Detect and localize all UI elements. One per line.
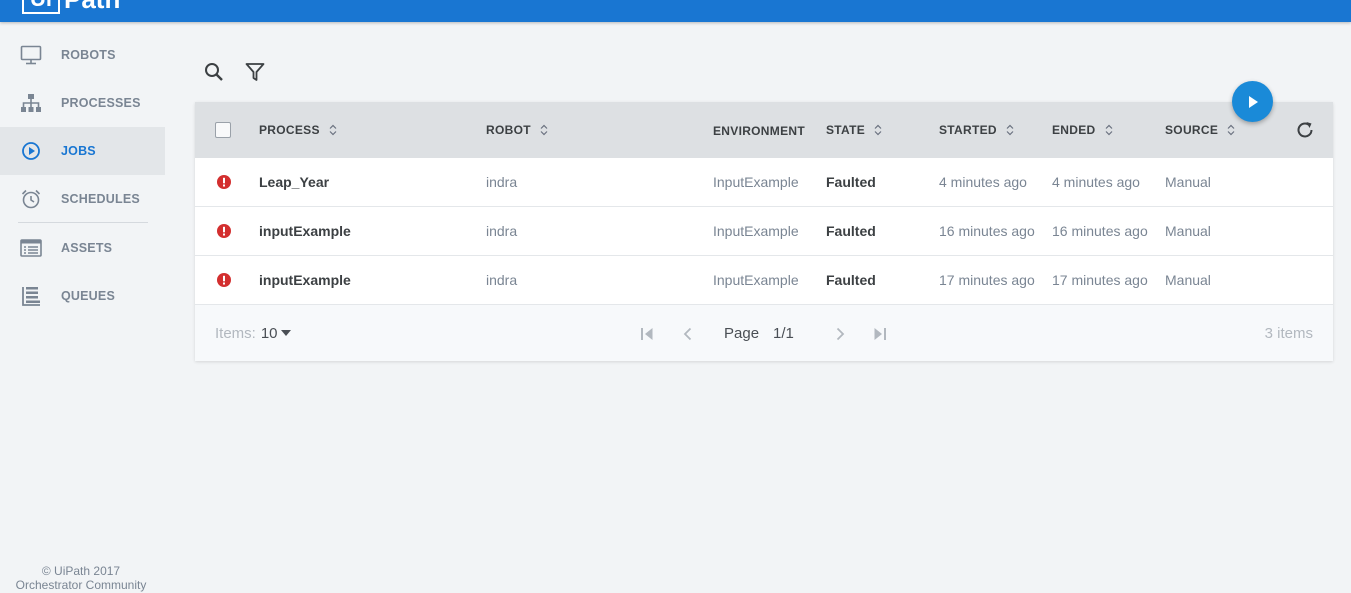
sidebar-item-label: SCHEDULES — [61, 192, 140, 206]
play-icon — [1248, 95, 1258, 108]
error-icon — [217, 224, 231, 238]
cell-started: 4 minutes ago — [939, 174, 1027, 190]
refresh-icon[interactable] — [1294, 119, 1316, 141]
sidebar-item-processes[interactable]: PROCESSES — [0, 79, 165, 127]
error-icon — [217, 273, 231, 287]
column-header-state[interactable]: STATE — [826, 102, 882, 158]
cell-source: Manual — [1165, 223, 1211, 239]
cell-environment: InputExample — [713, 223, 799, 239]
cell-ended: 4 minutes ago — [1052, 174, 1140, 190]
column-header-label: ENDED — [1052, 123, 1096, 137]
total-items: 3 items — [1264, 324, 1313, 342]
column-header-label: ENVIRONMENT — [713, 124, 805, 138]
edition-line: Orchestrator Community — [15, 578, 147, 592]
items-per-page[interactable]: Items: 10 — [215, 305, 291, 361]
cell-source: Manual — [1165, 272, 1211, 288]
alarm-clock-icon — [20, 188, 42, 210]
table-row[interactable]: Leap_Year indra InputExample Faulted 4 m… — [195, 158, 1333, 207]
play-circle-icon — [20, 140, 42, 162]
column-header-label: STARTED — [939, 123, 997, 137]
column-header-environment: ENVIRONMENT — [713, 103, 805, 159]
sidebar-item-jobs[interactable]: JOBS — [0, 127, 165, 175]
error-icon — [217, 175, 231, 189]
cell-state: Faulted — [826, 174, 876, 190]
nav-divider — [18, 222, 148, 223]
jobs-table: PROCESS ROBOT ENVIRONMENT STATE STARTED … — [195, 102, 1333, 361]
table-header: PROCESS ROBOT ENVIRONMENT STATE STARTED … — [195, 102, 1333, 158]
search-icon[interactable] — [202, 60, 226, 84]
copyright-line: © UiPath 2017 — [41, 564, 121, 578]
next-page-icon[interactable] — [833, 327, 847, 341]
sidebar-item-schedules[interactable]: SCHEDULES — [0, 175, 165, 223]
sidebar-item-robots[interactable]: ROBOTS — [0, 31, 165, 79]
column-header-robot[interactable]: ROBOT — [486, 102, 548, 158]
filter-icon[interactable] — [243, 60, 267, 84]
column-header-label: ROBOT — [486, 123, 531, 137]
cell-process: inputExample — [259, 272, 351, 288]
logo-text: Path — [64, 0, 120, 12]
pagination-bar: Items: 10 Page 1/1 3 items — [195, 305, 1333, 361]
cell-started: 17 minutes ago — [939, 272, 1035, 288]
column-header-source[interactable]: SOURCE — [1165, 102, 1235, 158]
cell-process: Leap_Year — [259, 174, 330, 190]
top-bar: Ui Path — [0, 0, 1351, 22]
page-value: 1/1 — [773, 324, 794, 342]
sort-icon — [1006, 124, 1014, 136]
sidebar: ROBOTS PROCESSES JOBS SCHEDULES ASSETS Q… — [0, 22, 165, 593]
cell-ended: 17 minutes ago — [1052, 272, 1148, 288]
list-card-icon — [20, 237, 42, 259]
column-header-label: SOURCE — [1165, 123, 1219, 137]
copyright-footer: © UiPath 2017 Orchestrator Community — [0, 564, 162, 592]
cell-environment: InputExample — [713, 174, 799, 190]
sort-icon — [540, 124, 548, 136]
hierarchy-icon — [20, 92, 42, 114]
cell-source: Manual — [1165, 174, 1211, 190]
queue-stack-icon — [20, 285, 42, 307]
page-indicator: Page 1/1 — [724, 305, 794, 361]
monitor-icon — [20, 44, 42, 66]
sidebar-item-label: ROBOTS — [61, 48, 116, 62]
sidebar-item-label: ASSETS — [61, 241, 113, 255]
column-header-label: PROCESS — [259, 123, 320, 137]
column-header-label: STATE — [826, 123, 866, 137]
sort-icon — [874, 124, 882, 136]
cell-robot: indra — [486, 223, 518, 239]
start-job-button[interactable] — [1232, 81, 1273, 122]
cell-robot: indra — [486, 272, 518, 288]
cell-started: 16 minutes ago — [939, 223, 1035, 239]
sort-icon — [1105, 124, 1112, 136]
column-header-ended[interactable]: ENDED — [1052, 102, 1113, 158]
cell-robot: indra — [486, 174, 518, 190]
cell-ended: 16 minutes ago — [1052, 223, 1148, 239]
sidebar-item-queues[interactable]: QUEUES — [0, 272, 165, 320]
cell-state: Faulted — [826, 223, 876, 239]
sort-icon — [329, 124, 337, 136]
column-header-process[interactable]: PROCESS — [259, 102, 337, 158]
items-per-page-value: 10 — [260, 324, 278, 342]
cell-state: Faulted — [826, 272, 876, 288]
table-row[interactable]: inputExample indra InputExample Faulted … — [195, 207, 1333, 256]
sort-icon — [1227, 124, 1235, 136]
cell-process: inputExample — [259, 223, 351, 239]
sidebar-item-label: PROCESSES — [61, 96, 141, 110]
table-row[interactable]: inputExample indra InputExample Faulted … — [195, 256, 1333, 305]
first-page-icon[interactable] — [640, 327, 654, 341]
items-per-page-label: Items: — [215, 324, 256, 342]
sidebar-item-label: QUEUES — [61, 289, 115, 303]
page-label: Page — [724, 324, 760, 342]
logo-box: Ui — [22, 0, 60, 14]
caret-down-icon — [280, 330, 291, 336]
select-all-checkbox[interactable] — [215, 122, 231, 138]
uipath-logo[interactable]: Ui Path — [22, 0, 120, 14]
cell-environment: InputExample — [713, 272, 799, 288]
previous-page-icon[interactable] — [681, 327, 695, 341]
column-header-started[interactable]: STARTED — [939, 102, 1014, 158]
sidebar-item-assets[interactable]: ASSETS — [0, 224, 165, 272]
last-page-icon[interactable] — [873, 327, 887, 341]
sidebar-item-label: JOBS — [61, 144, 96, 158]
